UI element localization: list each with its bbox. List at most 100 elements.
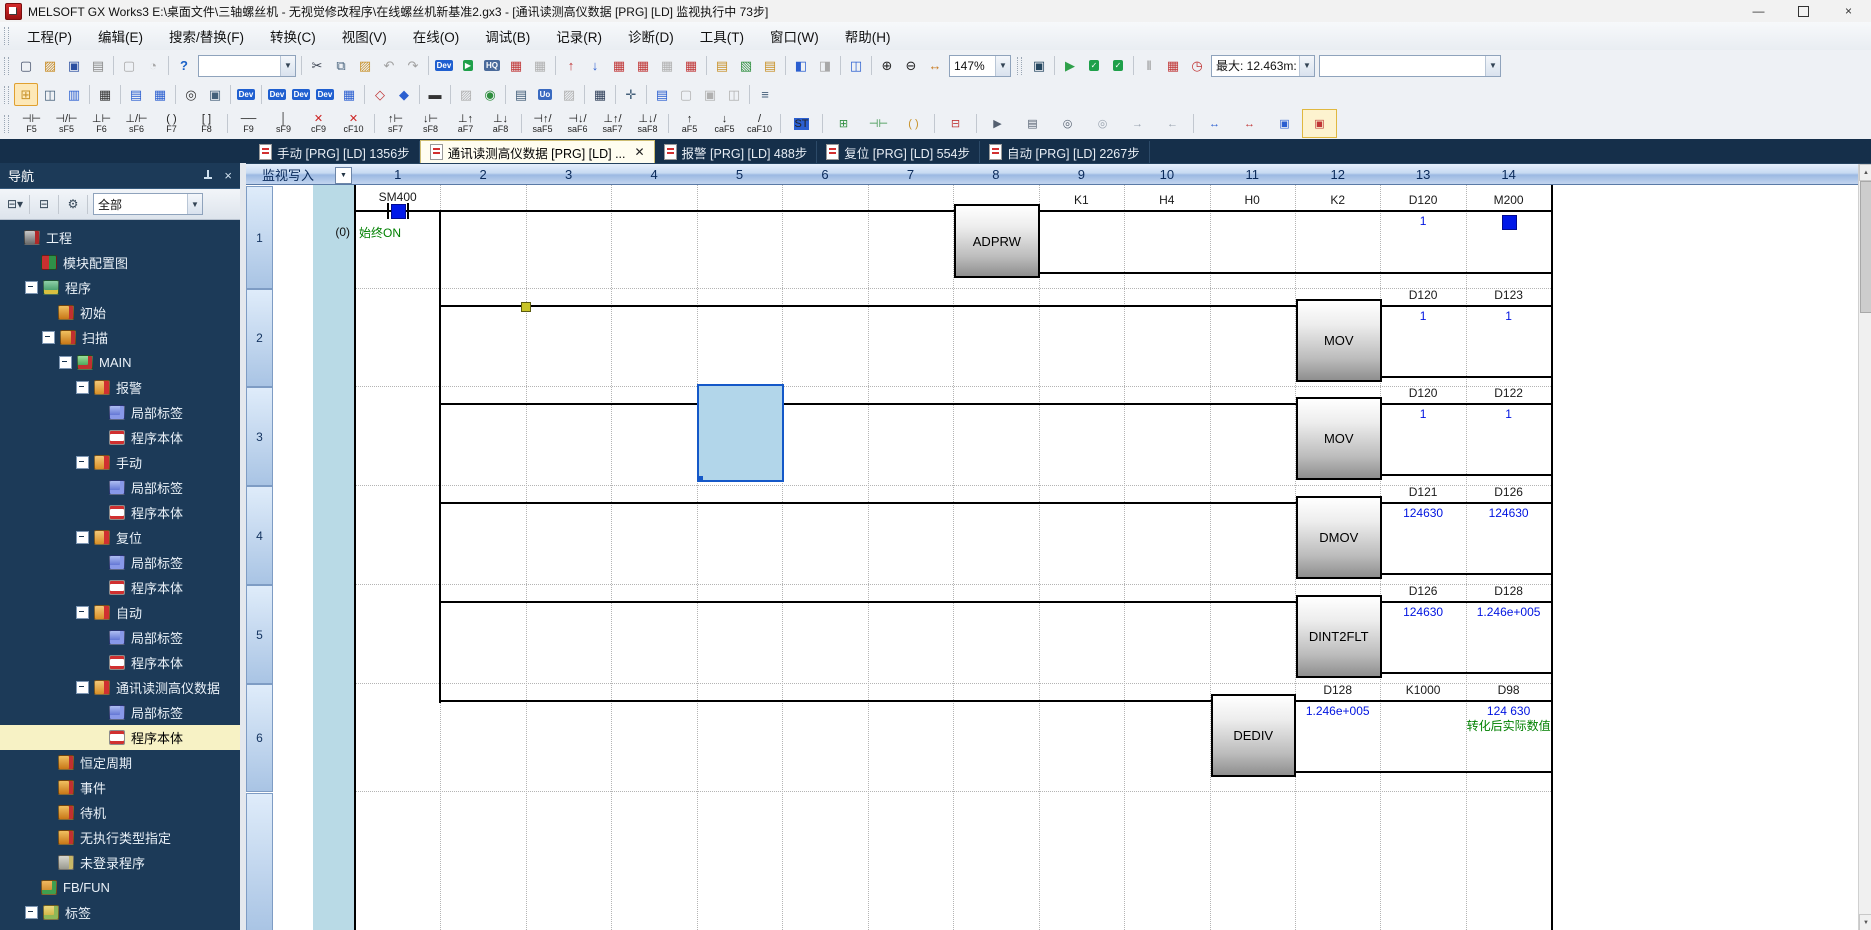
tree-item-程序本体[interactable]: 程序本体: [0, 725, 240, 750]
tree-item-FB/FUN[interactable]: FB/FUN: [0, 875, 240, 900]
coil-button[interactable]: ( )F7: [154, 109, 189, 138]
navigation-window-icon[interactable]: ⊞: [14, 83, 38, 106]
cpu-parameter-icon[interactable]: ▦: [93, 83, 117, 106]
pin-icon[interactable]: [203, 170, 214, 181]
tab-close-icon[interactable]: ✕: [634, 145, 644, 159]
falling-convert-button[interactable]: ↓caF5: [707, 109, 742, 138]
cross-reference-icon[interactable]: ✛: [619, 83, 643, 106]
tree-item-初始[interactable]: 初始: [0, 300, 240, 325]
tree-item-无执行类型指定[interactable]: 无执行类型指定: [0, 825, 240, 850]
device-display-icon[interactable]: Dev: [432, 54, 456, 77]
device-search-icon[interactable]: HQ: [480, 54, 504, 77]
convert-ok-icon[interactable]: ✓: [1106, 54, 1130, 77]
contact-table-icon[interactable]: ▦: [588, 83, 612, 106]
invert-result-button[interactable]: /caF10: [742, 109, 777, 138]
minimize-ladder-icon[interactable]: ▬: [423, 83, 447, 106]
window-tile-icon[interactable]: ◨: [813, 54, 837, 77]
offline-gray-icon[interactable]: ▨: [454, 83, 478, 106]
tree-collapse-icon[interactable]: ⊟: [33, 193, 55, 215]
menu-b[interactable]: 调试(B): [472, 25, 543, 47]
expander-icon[interactable]: [42, 331, 55, 344]
remote-operation-icon[interactable]: ▦: [631, 54, 655, 77]
instruction-box-DEDIV[interactable]: DEDIV: [1211, 694, 1297, 777]
tab-3[interactable]: 报警 [PRG] [LD] 488步: [655, 141, 818, 163]
refresh-icon[interactable]: ◉: [478, 83, 502, 106]
update-label-icon[interactable]: Uo: [533, 83, 557, 106]
close-icon[interactable]: ×: [224, 168, 232, 183]
maximize-button[interactable]: [1781, 0, 1826, 22]
selection-handle-icon[interactable]: [697, 476, 703, 482]
plc-diag-icon[interactable]: ▦: [679, 54, 703, 77]
vertical-scrollbar[interactable]: ▲ ▼: [1858, 164, 1871, 930]
tree-item-手动[interactable]: 手动: [0, 450, 240, 475]
snapshot-icon[interactable]: ▦: [504, 54, 528, 77]
minimize-button[interactable]: —: [1736, 0, 1781, 22]
menu-r[interactable]: 记录(R): [543, 25, 615, 47]
rising-pulse-button[interactable]: ↑⊢sF7: [378, 109, 413, 138]
zoom-combo[interactable]: 147%▼: [949, 55, 1011, 77]
device-table-icon[interactable]: ▦: [337, 83, 361, 106]
instruction-box-MOV[interactable]: MOV: [1296, 397, 1382, 480]
tree-item-程序本体[interactable]: 程序本体: [0, 425, 240, 450]
zoom-in-icon[interactable]: ⊕: [875, 54, 899, 77]
menu-w[interactable]: 窗口(W): [757, 25, 832, 47]
scrollbar-thumb[interactable]: [1860, 181, 1871, 313]
monitor-graphic-icon[interactable]: ▶: [456, 54, 480, 77]
screen-gray1-icon[interactable]: ▢: [674, 83, 698, 106]
settings-gear-icon[interactable]: ⚙: [62, 193, 84, 215]
element-selection-icon[interactable]: ◫: [38, 83, 62, 106]
tree-display-icon[interactable]: ⊟▾: [4, 193, 26, 215]
paste-icon[interactable]: ▨: [353, 54, 377, 77]
close-button[interactable]: ×: [1826, 0, 1871, 22]
tree-item-自动[interactable]: 自动: [0, 600, 240, 625]
falling-pulse-close-button[interactable]: ⊣↓/saF6: [560, 109, 595, 138]
tab-1[interactable]: 手动 [PRG] [LD] 1356步: [250, 141, 420, 163]
screen-gray2-icon[interactable]: ▣: [698, 83, 722, 106]
undo-icon[interactable]: ↶: [377, 54, 401, 77]
doc-blue-button[interactable]: ▣: [1267, 109, 1302, 138]
tool-red-icon[interactable]: ◇: [368, 83, 392, 106]
run-mode-icon[interactable]: ▶: [1058, 54, 1082, 77]
delete-horizontal-line-button[interactable]: ✕cF9: [301, 109, 336, 138]
instruction-box-MOV[interactable]: MOV: [1296, 299, 1382, 382]
tree-item-恒定周期[interactable]: 恒定周期: [0, 750, 240, 775]
tool-blue-icon[interactable]: ◆: [392, 83, 416, 106]
expander-icon[interactable]: [76, 681, 89, 694]
falling-pulse-branch-button[interactable]: ⊥↓aF8: [483, 109, 518, 138]
close-branch-button[interactable]: ⊥/⊢sF6: [119, 109, 154, 138]
close-contact-button[interactable]: ⊣/⊢sF5: [49, 109, 84, 138]
find-icon[interactable]: ◎: [179, 83, 203, 106]
menu-o[interactable]: 在线(O): [400, 25, 473, 47]
instruction-box-DMOV[interactable]: DMOV: [1296, 496, 1382, 579]
quick-access-combo[interactable]: ▼: [198, 55, 296, 77]
edit-coil-button[interactable]: ( ): [896, 109, 931, 138]
tree-item-工程[interactable]: 工程: [0, 225, 240, 250]
print-preview-icon[interactable]: ▢: [117, 54, 141, 77]
cut-icon[interactable]: ✂: [305, 54, 329, 77]
list-display-button[interactable]: ▤: [1015, 109, 1050, 138]
fit-width-icon[interactable]: ↔: [923, 54, 947, 77]
menu-c[interactable]: 转换(C): [257, 25, 329, 47]
screen-blue-icon[interactable]: ▤: [650, 83, 674, 106]
tree-item-未登录程序[interactable]: 未登录程序: [0, 850, 240, 875]
delete-vertical-line-button[interactable]: ✕cF10: [336, 109, 371, 138]
screen-gray3-icon[interactable]: ◫: [722, 83, 746, 106]
open-contact-button[interactable]: ⊣⊢F5: [14, 109, 49, 138]
edit-contact-button[interactable]: ⊣⊢: [861, 109, 896, 138]
zoom-out-icon[interactable]: ⊖: [899, 54, 923, 77]
history-icon[interactable]: ◔: [141, 54, 165, 77]
monitor-status-icon[interactable]: ▣: [1027, 54, 1051, 77]
expander-icon[interactable]: [25, 906, 38, 919]
zoom-combo-caret-icon[interactable]: ▼: [995, 56, 1010, 76]
rising-convert-button[interactable]: ↑aF5: [672, 109, 707, 138]
pause-monitor-icon[interactable]: ‖: [1137, 54, 1161, 77]
help-icon[interactable]: ?: [172, 54, 196, 77]
device-comment-icon[interactable]: Dev: [234, 83, 258, 106]
vertical-line-button[interactable]: │sF9: [266, 109, 301, 138]
expander-icon[interactable]: [76, 606, 89, 619]
scan-time-combo[interactable]: 最大: 12.463m:▼: [1211, 55, 1315, 77]
tree-item-标签[interactable]: 标签: [0, 900, 240, 925]
menu-d[interactable]: 诊断(D): [615, 25, 687, 47]
tree-item-待机[interactable]: 待机: [0, 800, 240, 825]
save-project-icon[interactable]: ▣: [62, 54, 86, 77]
